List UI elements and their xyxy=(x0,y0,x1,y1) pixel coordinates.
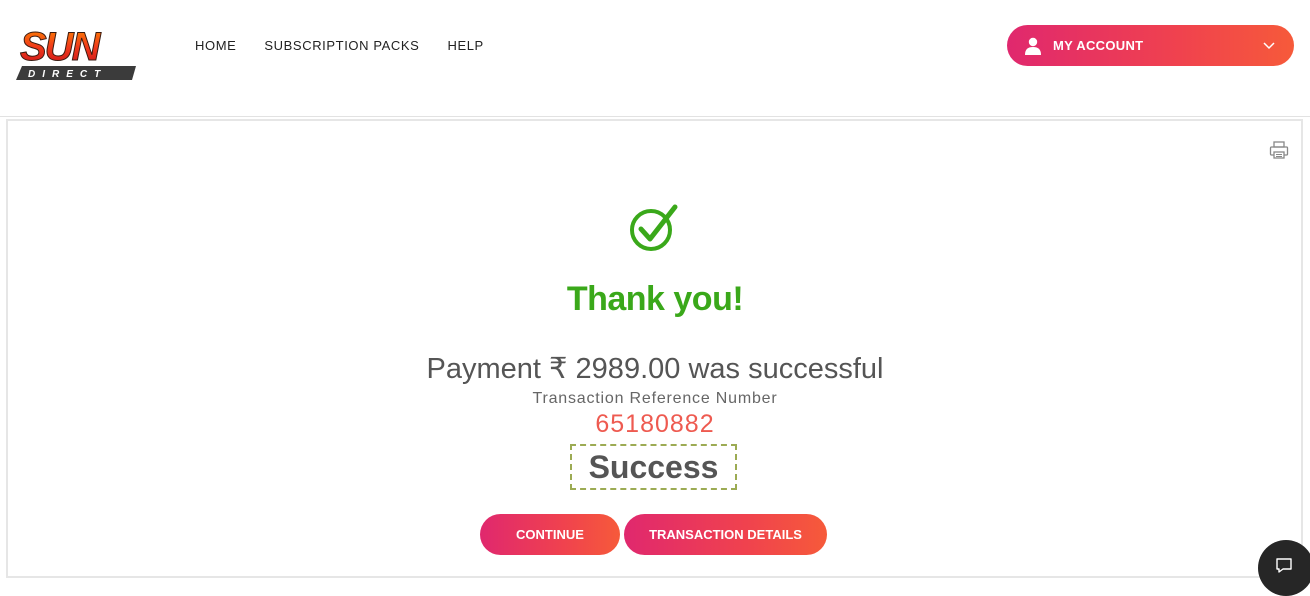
transaction-details-button[interactable]: TRANSACTION DETAILS xyxy=(624,514,827,555)
chat-icon xyxy=(1276,558,1292,573)
transaction-ref-number: 65180882 xyxy=(595,410,715,438)
main-nav: HOME SUBSCRIPTION PACKS HELP xyxy=(195,38,484,53)
user-icon xyxy=(1025,37,1041,55)
nav-help[interactable]: HELP xyxy=(447,38,483,53)
status-badge: Success xyxy=(570,444,737,490)
my-account-label: MY ACCOUNT xyxy=(1053,38,1144,53)
my-account-button[interactable]: MY ACCOUNT xyxy=(1007,25,1294,66)
logo-sun-text: SUN xyxy=(20,25,102,69)
chevron-down-icon xyxy=(1263,42,1275,50)
nav-home[interactable]: HOME xyxy=(195,38,236,53)
thank-you-heading: Thank you! xyxy=(566,280,744,318)
payment-message: Payment ₹ 2989.00 was successful xyxy=(426,353,884,385)
chat-button[interactable] xyxy=(1258,540,1310,596)
logo-direct-text: DIRECT xyxy=(28,69,107,80)
check-circle-icon xyxy=(630,204,678,251)
print-icon[interactable] xyxy=(1269,140,1289,160)
site-header: SUN DIRECT HOME SUBSCRIPTION PACKS HELP … xyxy=(0,0,1310,117)
nav-subscription-packs[interactable]: SUBSCRIPTION PACKS xyxy=(264,38,419,53)
payment-result-card xyxy=(6,119,1303,578)
sun-direct-logo[interactable]: SUN DIRECT xyxy=(14,22,154,82)
transaction-ref-label: Transaction Reference Number xyxy=(532,390,778,407)
continue-button[interactable]: CONTINUE xyxy=(480,514,620,555)
